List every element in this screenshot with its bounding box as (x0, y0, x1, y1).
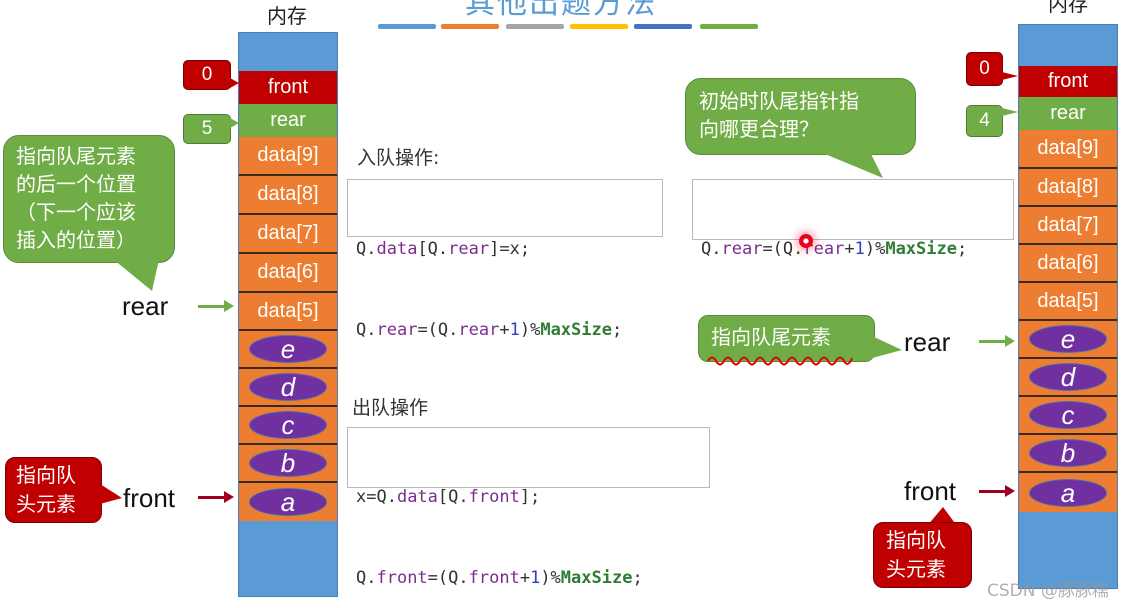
front-arrow (198, 491, 234, 503)
memory-label-left: 内存 (267, 4, 307, 28)
callout-line: 指向队 (16, 463, 76, 487)
code-line: Q.rear=(Q.rear+1)%MaxSize; (356, 320, 623, 340)
element-c: c (1029, 401, 1107, 429)
callout-line: 初始时队尾指针指 (699, 89, 859, 113)
slide-title: 其他出题方法 (465, 0, 657, 21)
callout-tail (1002, 108, 1018, 116)
callout-line: 指向队尾元素 (16, 144, 136, 168)
rear-field-cell: rear (239, 104, 337, 137)
rear-arrow (979, 335, 1015, 347)
element-e: e (1029, 325, 1107, 353)
callout-tail (230, 78, 239, 88)
code-line: Q.front=(Q.front+1)%MaxSize; (356, 568, 643, 588)
laser-pointer-dot (799, 234, 813, 248)
dequeue-code-box: x=Q.data[Q.front]; Q.front=(Q.front+1)%M… (347, 427, 710, 588)
deco-bar-3 (506, 24, 564, 29)
dequeue-title: 出队操作 (352, 397, 429, 419)
callout-line: （下一个应该 (16, 200, 136, 224)
deco-bar-2 (441, 24, 499, 29)
code-line: Q.data[Q.rear]=x; (356, 239, 531, 259)
slot-element-d: d (239, 369, 337, 407)
slot-data-5: data[5] (1019, 283, 1117, 321)
code-line: Q.rear=(Q.rear+1)%MaxSize; (701, 239, 968, 259)
deco-bar-6 (700, 24, 758, 29)
callout-line: 插入的位置） (16, 228, 136, 252)
slot-data-6: data[6] (239, 254, 337, 293)
slot-element-a: a (1019, 473, 1117, 512)
slot-element-e: e (1019, 321, 1117, 359)
question-callout: 初始时队尾指针指 向哪更合理？ (685, 78, 916, 155)
element-a: a (1029, 478, 1107, 507)
front-pointer-label: front (904, 476, 957, 506)
slot-element-a: a (239, 483, 337, 521)
callout-tail (1002, 72, 1018, 80)
front-pointer-label: front (123, 483, 176, 513)
element-b: b (1029, 439, 1107, 467)
enqueue-code-box: Q.data[Q.rear]=x; Q.rear=(Q.rear+1)%MaxS… (347, 179, 663, 340)
callout-line: 头元素 (16, 492, 76, 516)
enqueue-title: 入队操作: (357, 147, 440, 169)
slot-data-5: data[5] (239, 293, 337, 331)
element-a: a (249, 488, 327, 516)
callout-tail (230, 118, 239, 128)
front-arrow (979, 485, 1015, 497)
rear-explanation-callout: 指向队尾元素 的后一个位置 （下一个应该 插入的位置） (3, 135, 175, 263)
rear-value-callout: 4 (966, 105, 1003, 137)
callout-line: 头元素 (886, 557, 946, 581)
slot-data-8: data[8] (239, 176, 337, 215)
element-e: e (249, 335, 327, 363)
slot-data-9: data[9] (1019, 130, 1117, 169)
slot-element-d: d (1019, 359, 1117, 397)
element-d: d (249, 373, 327, 401)
memory-column-right: front rear data[9] data[8] data[7] data[… (1018, 24, 1118, 589)
memory-label-right: 内存 (1048, 0, 1088, 16)
slot-data-9: data[9] (239, 137, 337, 176)
rear-arrow (198, 300, 234, 312)
slot-element-c: c (239, 407, 337, 445)
front-field-cell: front (239, 71, 337, 104)
spellcheck-underline (707, 356, 853, 366)
deco-bar-5 (634, 24, 692, 29)
callout-pointer (108, 255, 160, 291)
slot-element-b: b (239, 445, 337, 483)
rear-field-cell: rear (1019, 97, 1117, 130)
rear-pointer-label: rear (904, 327, 951, 357)
memory-column-left: front rear data[9] data[8] data[7] data[… (238, 32, 338, 597)
deco-bar-4 (570, 24, 628, 29)
slot-data-8: data[8] (1019, 169, 1117, 207)
callout-pointer (820, 152, 883, 178)
slot-data-6: data[6] (1019, 245, 1117, 283)
rear-value-callout: 5 (183, 114, 231, 144)
rear-pointer-label: rear (122, 291, 169, 321)
slot-element-c: c (1019, 397, 1117, 435)
front-value-callout: 0 (966, 52, 1003, 86)
front-head-callout: 指向队 头元素 (873, 522, 972, 588)
callout-text: 指向队尾元素 (711, 325, 831, 349)
callout-line: 向哪更合理？ (699, 117, 819, 141)
slot-data-7: data[7] (1019, 207, 1117, 245)
callout-line: 指向队 (886, 528, 946, 552)
element-c: c (249, 411, 327, 439)
slot-element-e: e (239, 331, 337, 369)
front-field-cell: front (1019, 66, 1117, 97)
element-d: d (1029, 363, 1107, 391)
alternative-code-box: Q.rear=(Q.rear+1)%MaxSize; Q.data[Q.rear… (692, 179, 1014, 340)
element-b: b (249, 449, 327, 477)
callout-pointer (872, 336, 902, 358)
front-value-callout: 0 (183, 60, 231, 90)
callout-pointer (100, 484, 122, 504)
deco-bar-1 (378, 24, 436, 29)
slot-data-7: data[7] (239, 215, 337, 254)
callout-line: 的后一个位置 (16, 172, 136, 196)
code-line: x=Q.data[Q.front]; (356, 487, 541, 507)
slot-element-b: b (1019, 435, 1117, 473)
front-explanation-callout: 指向队 头元素 (5, 457, 102, 523)
watermark: CSDN @豚豚糯 (987, 581, 1109, 601)
